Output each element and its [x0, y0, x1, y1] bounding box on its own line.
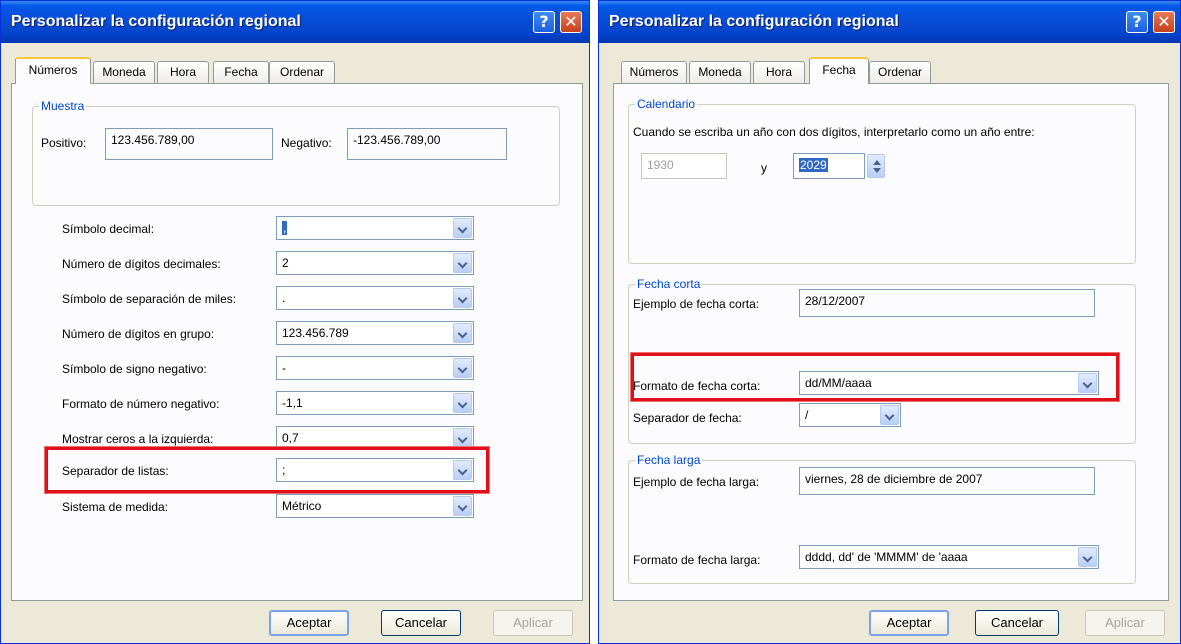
from-year-field: 1930 [641, 153, 727, 179]
regional-settings-dialog-numbers: Personalizar la configuración regional ?… [0, 0, 590, 644]
chevron-down-icon[interactable] [453, 323, 472, 343]
apply-button[interactable]: Aplicar [1085, 610, 1165, 636]
tab-numeros[interactable]: Números [621, 61, 687, 84]
help-icon[interactable]: ? [533, 11, 555, 33]
date-separator-label: Separador de fecha: [633, 411, 742, 425]
cancel-button[interactable]: Cancelar [975, 610, 1059, 636]
calendar-group-label: Calendario [635, 97, 698, 111]
tab-ordenar[interactable]: Ordenar [269, 61, 335, 84]
sample-group: Muestra Positivo: 123.456.789,00 Negativ… [32, 99, 560, 206]
tab-moneda[interactable]: Moneda [689, 61, 751, 84]
negative-sign-label: Símbolo de signo negativo: [62, 362, 207, 376]
tab-moneda[interactable]: Moneda [93, 61, 155, 84]
regional-settings-dialog-date: Personalizar la configuración regional ?… [598, 0, 1181, 644]
close-icon[interactable]: ✕ [560, 11, 582, 33]
digit-grouping-label: Número de dígitos en grupo: [62, 327, 215, 341]
long-date-format-value: dddd, dd' de 'MMMM' de 'aaaa [805, 550, 968, 564]
measurement-system-combo[interactable]: Métrico [276, 494, 474, 518]
negative-format-label: Formato de número negativo: [62, 397, 220, 411]
chevron-down-icon[interactable] [453, 288, 472, 308]
digit-grouping-value: 123.456.789 [282, 326, 349, 340]
long-date-group-label: Fecha larga [635, 453, 703, 467]
decimal-symbol-combo[interactable]: , [276, 216, 474, 240]
leading-zeros-combo[interactable]: 0,7 [276, 426, 474, 450]
tab-panel-fecha: Calendario Cuando se escriba un año con … [613, 83, 1169, 601]
chevron-down-icon[interactable] [453, 460, 472, 480]
short-date-format-value: dd/MM/aaaa [805, 376, 872, 390]
decimal-digits-combo[interactable]: 2 [276, 251, 474, 275]
negative-sample-field: -123.456.789,00 [347, 128, 507, 160]
window-title: Personalizar la configuración regional [11, 13, 301, 30]
year-spinner[interactable] [867, 154, 885, 178]
decimal-digits-value: 2 [282, 256, 289, 270]
tab-ordenar[interactable]: Ordenar [869, 61, 931, 84]
sample-group-label: Muestra [39, 99, 87, 113]
close-icon[interactable]: ✕ [1153, 11, 1175, 33]
tab-fecha[interactable]: Fecha [213, 61, 269, 84]
apply-button[interactable]: Aplicar [493, 610, 573, 636]
long-date-format-label: Formato de fecha larga: [633, 553, 761, 567]
title-bar[interactable]: Personalizar la configuración regional ?… [1, 1, 589, 43]
spin-down-icon[interactable] [873, 168, 881, 173]
window-title: Personalizar la configuración regional [609, 13, 899, 30]
chevron-down-icon[interactable] [453, 496, 472, 516]
measurement-system-label: Sistema de medida: [62, 500, 169, 514]
thousands-separator-value: . [282, 291, 286, 305]
to-year-field[interactable]: 2029 [793, 153, 865, 179]
digit-grouping-combo[interactable]: 123.456.789 [276, 321, 474, 345]
short-date-group-label: Fecha corta [635, 277, 703, 291]
short-date-group: Fecha corta Ejemplo de fecha corta: 28/1… [628, 277, 1136, 444]
and-label: y [761, 161, 767, 175]
tab-hora[interactable]: Hora [157, 61, 209, 84]
negative-format-value: -1,1 [282, 396, 303, 410]
ok-button[interactable]: Aceptar [269, 610, 349, 636]
thousands-separator-combo[interactable]: . [276, 286, 474, 310]
leading-zeros-label: Mostrar ceros a la izquierda: [62, 432, 214, 446]
calendar-group: Calendario Cuando se escriba un año con … [628, 97, 1136, 264]
long-date-format-combo[interactable]: dddd, dd' de 'MMMM' de 'aaaa [799, 545, 1099, 569]
tab-numeros[interactable]: Números [15, 57, 91, 84]
chevron-down-icon[interactable] [453, 393, 472, 413]
negative-sign-combo[interactable]: - [276, 356, 474, 380]
thousands-separator-label: Símbolo de separación de miles: [62, 292, 237, 306]
decimal-symbol-value: , [282, 221, 288, 235]
chevron-down-icon[interactable] [453, 428, 472, 448]
measurement-system-value: Métrico [282, 499, 322, 513]
tab-panel-numeros: Muestra Positivo: 123.456.789,00 Negativ… [11, 83, 583, 601]
chevron-down-icon[interactable] [880, 405, 899, 425]
chevron-down-icon[interactable] [453, 358, 472, 378]
list-separator-value: ; [282, 463, 286, 477]
chevron-down-icon[interactable] [453, 218, 472, 238]
short-date-example-label: Ejemplo de fecha corta: [633, 297, 760, 311]
short-date-example-field: 28/12/2007 [799, 289, 1095, 317]
decimal-digits-label: Número de dígitos decimales: [62, 257, 221, 271]
positive-label: Positivo: [41, 136, 87, 150]
chevron-down-icon[interactable] [453, 253, 472, 273]
decimal-symbol-label: Símbolo decimal: [62, 222, 155, 236]
list-separator-label: Separador de listas: [62, 464, 169, 478]
short-date-format-combo[interactable]: dd/MM/aaaa [799, 371, 1099, 395]
chevron-down-icon[interactable] [1078, 373, 1097, 393]
positive-sample-field: 123.456.789,00 [105, 128, 273, 160]
negative-format-combo[interactable]: -1,1 [276, 391, 474, 415]
negative-sign-value: - [282, 361, 286, 375]
negative-label: Negativo: [281, 136, 332, 150]
long-date-example-label: Ejemplo de fecha larga: [633, 475, 760, 489]
date-separator-value: / [805, 408, 809, 422]
long-date-example-field: viernes, 28 de diciembre de 2007 [799, 467, 1095, 495]
short-date-format-label: Formato de fecha corta: [633, 379, 761, 393]
help-icon[interactable]: ? [1126, 11, 1148, 33]
tab-fecha[interactable]: Fecha [809, 57, 869, 84]
leading-zeros-value: 0,7 [282, 431, 299, 445]
tab-hora[interactable]: Hora [753, 61, 805, 84]
spin-up-icon[interactable] [873, 160, 881, 165]
cancel-button[interactable]: Cancelar [381, 610, 461, 636]
ok-button[interactable]: Aceptar [869, 610, 949, 636]
long-date-group: Fecha larga Ejemplo de fecha larga: vier… [628, 453, 1136, 584]
chevron-down-icon[interactable] [1078, 547, 1097, 567]
list-separator-combo[interactable]: ; [276, 458, 474, 482]
date-separator-combo[interactable]: / [799, 403, 901, 427]
two-digit-year-description: Cuando se escriba un año con dos dígitos… [633, 125, 1035, 139]
title-bar[interactable]: Personalizar la configuración regional ?… [599, 1, 1180, 43]
